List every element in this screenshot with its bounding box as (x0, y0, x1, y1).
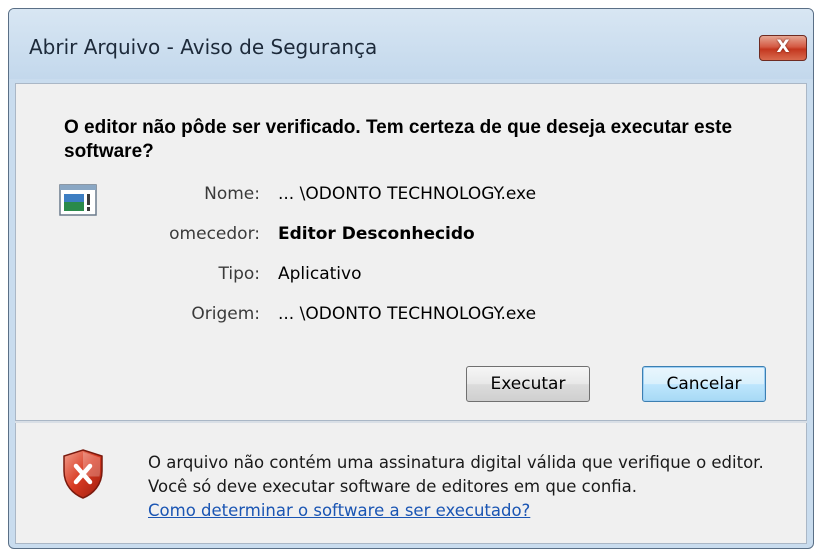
close-button[interactable]: X (759, 35, 807, 61)
name-value: ... \ODONTO TECHNOLOGY.exe (278, 184, 537, 204)
name-label: Nome: (204, 184, 260, 204)
window-title: Abrir Arquivo - Aviso de Segurança (29, 35, 378, 59)
origin-value: ... \ODONTO TECHNOLOGY.exe (278, 304, 537, 324)
footer-warning: O arquivo não contém uma assinatura digi… (15, 423, 807, 544)
application-icon (59, 184, 97, 216)
execute-button[interactable]: Executar (466, 366, 590, 402)
type-value: Aplicativo (278, 264, 362, 284)
publisher-value: Editor Desconhecido (278, 224, 475, 244)
footer-message-block: O arquivo não contém uma assinatura digi… (148, 451, 788, 523)
close-icon: X (776, 37, 790, 57)
type-label: Tipo: (218, 264, 260, 284)
security-warning-dialog: Abrir Arquivo - Aviso de Segurança X O e… (8, 8, 814, 549)
origin-label: Origem: (191, 304, 260, 324)
cancel-button[interactable]: Cancelar (642, 366, 766, 402)
footer-message: O arquivo não contém uma assinatura digi… (148, 453, 764, 496)
title-bar[interactable]: Abrir Arquivo - Aviso de Segurança X (9, 9, 813, 79)
publisher-label: omecedor: (169, 224, 260, 244)
help-link[interactable]: Como determinar o software a ser executa… (148, 501, 530, 520)
dialog-body: O editor não pôde ser verificado. Tem ce… (15, 83, 807, 421)
shield-error-icon (63, 449, 103, 499)
warning-headline: O editor não pôde ser verificado. Tem ce… (64, 117, 733, 162)
